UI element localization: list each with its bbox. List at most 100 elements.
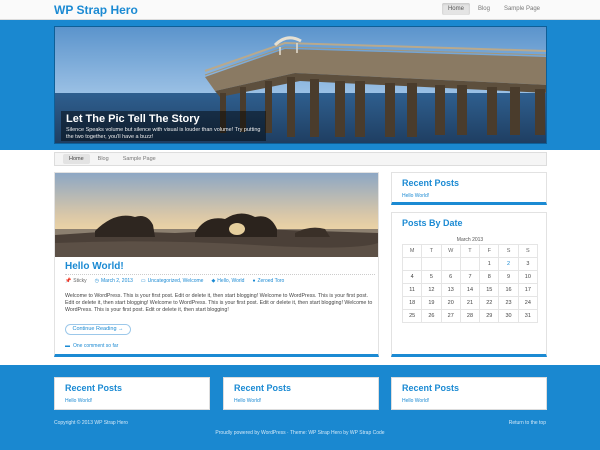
comment-icon: ▬	[65, 343, 70, 349]
hero-banner: Let The Pic Tell The Story Silence Speak…	[54, 26, 547, 144]
calendar-day: 26	[421, 309, 442, 323]
widget-title: Recent Posts	[402, 178, 460, 188]
calendar-day: 24	[517, 296, 539, 310]
footer-widget-3: Recent Posts Hello World!	[391, 377, 547, 410]
calendar-day	[401, 257, 423, 271]
comments-link[interactable]: ▬ One comment so far	[65, 343, 118, 349]
calendar-day: 18	[401, 296, 423, 310]
calendar-day	[421, 257, 442, 271]
user-icon: ●	[252, 278, 256, 284]
calendar-day: 7	[459, 270, 481, 284]
post-sticky-label: Sticky	[73, 278, 87, 284]
calendar-caption: March 2013	[456, 237, 484, 243]
calendar-day-header: W	[440, 244, 461, 258]
footer-recent-post-link[interactable]: Hello World!	[402, 398, 429, 404]
calendar-day-header: M	[401, 244, 423, 258]
calendar-day: 11	[401, 283, 423, 297]
hero-text: Silence Speaks volume but silence with v…	[66, 127, 261, 140]
top-nav-home[interactable]: Home	[441, 3, 470, 15]
calendar-week-row: 11 12 13 14 15 16 17	[401, 283, 539, 297]
calendar-day: 17	[517, 283, 539, 297]
sub-nav-home[interactable]: Home	[63, 154, 90, 164]
calendar-day-header: S	[498, 244, 519, 258]
top-nav-blog[interactable]: Blog	[472, 3, 496, 15]
calendar-header-row: M T W T F S S	[401, 244, 539, 258]
calendar-day-header: F	[479, 244, 500, 258]
post-sticky: 📌 Sticky	[65, 278, 87, 284]
calendar-day[interactable]: 2	[498, 257, 519, 271]
post-categories-label: Uncategorized, Welcome	[147, 278, 204, 284]
footer-widget-1: Recent Posts Hello World!	[54, 377, 210, 410]
footer-widget-2: Recent Posts Hello World!	[223, 377, 379, 410]
sub-nav-sample-page[interactable]: Sample Page	[117, 154, 162, 164]
post-author-label: Zeroed Toro	[257, 278, 285, 284]
top-navbar: WP Strap Hero Home Blog Sample Page	[0, 0, 600, 20]
clock-icon: ◷	[94, 278, 99, 284]
post-card: Hello World! 📌 Sticky ◷ March 2, 2013 ▭ Unc…	[54, 172, 379, 357]
calendar-week-row: 18 19 20 21 22 23 24	[401, 296, 539, 310]
calendar-day: 6	[440, 270, 461, 284]
footer-recent-post-link[interactable]: Hello World!	[65, 398, 92, 404]
post-featured-image[interactable]	[55, 173, 378, 257]
comments-label: One comment so far	[73, 343, 119, 349]
tag-icon: ◆	[211, 278, 216, 284]
calendar-day: 29	[479, 309, 500, 323]
post-meta: 📌 Sticky ◷ March 2, 2013 ▭ Uncategorized, W…	[65, 274, 375, 284]
calendar-week-row: 4 5 6 7 8 9 10	[401, 270, 539, 284]
post-tags[interactable]: ◆ Hello, World	[211, 278, 244, 284]
calendar-day: 23	[498, 296, 519, 310]
calendar-day: 20	[440, 296, 461, 310]
folder-icon: ▭	[140, 278, 146, 284]
top-nav-sample-page[interactable]: Sample Page	[498, 3, 546, 15]
calendar-day: 3	[517, 257, 539, 271]
footer-widget-title: Recent Posts	[402, 383, 460, 393]
site-brand[interactable]: WP Strap Hero	[54, 3, 138, 17]
calendar-day: 4	[401, 270, 423, 284]
calendar-day-header: T	[459, 244, 481, 258]
return-to-top-link[interactable]: Return to the top	[509, 420, 546, 426]
top-nav: Home Blog Sample Page	[441, 3, 546, 15]
calendar-day: 12	[421, 283, 442, 297]
calendar-day: 5	[421, 270, 442, 284]
calendar-day: 8	[479, 270, 500, 284]
calendar-day	[440, 257, 461, 271]
post-categories[interactable]: ▭ Uncategorized, Welcome	[141, 278, 204, 284]
recent-post-link[interactable]: Hello World!	[402, 193, 429, 199]
post-coast-image	[55, 173, 378, 257]
copyright-text: Copyright © 2013 WP Strap Hero	[54, 420, 128, 426]
calendar-day: 19	[421, 296, 442, 310]
footer-recent-post-link[interactable]: Hello World!	[234, 398, 261, 404]
calendar-day: 14	[459, 283, 481, 297]
calendar-day: 13	[440, 283, 461, 297]
widget-title: Posts By Date	[402, 218, 463, 228]
calendar-table: M T W T F S S 1 2 3 4 5 6 7 8 9 10 11 12 13 14 15 16 17 1…	[401, 244, 539, 323]
recent-posts-widget: Recent Posts Hello World!	[391, 172, 547, 205]
calendar-day: 9	[498, 270, 519, 284]
calendar-day: 30	[498, 309, 519, 323]
calendar-day-header: T	[421, 244, 442, 258]
calendar-day	[459, 257, 481, 271]
calendar-week-row: 123	[401, 257, 539, 271]
post-author[interactable]: ● Zeroed Toro	[252, 278, 284, 284]
calendar-day: 10	[517, 270, 539, 284]
hero-title: Let The Pic Tell The Story	[66, 113, 200, 125]
calendar-day: 27	[440, 309, 461, 323]
post-date-label: March 2, 2013	[100, 278, 133, 284]
post-date[interactable]: ◷ March 2, 2013	[95, 278, 133, 284]
continue-reading-button[interactable]: Continue Reading →	[65, 324, 131, 335]
post-excerpt: Welcome to WordPress. This is your first…	[65, 293, 373, 313]
calendar-day: 1	[479, 257, 500, 271]
calendar-day-header: S	[517, 244, 539, 258]
sub-nav-blog[interactable]: Blog	[92, 154, 115, 164]
post-tags-label: Hello, World	[217, 278, 245, 284]
sub-nav: Home Blog Sample Page	[54, 152, 547, 166]
calendar-day: 16	[498, 283, 519, 297]
calendar-week-row: 25 26 27 28 29 30 31	[401, 309, 539, 323]
calendar-day: 28	[459, 309, 481, 323]
footer-widget-title: Recent Posts	[65, 383, 123, 393]
calendar-day: 15	[479, 283, 500, 297]
powered-by-text: Proudly powered by WordPress · Theme: WP…	[215, 430, 385, 436]
calendar-day: 31	[517, 309, 539, 323]
post-title[interactable]: Hello World!	[65, 261, 124, 272]
posts-by-date-widget: Posts By Date March 2013 M T W T F S S 1…	[391, 212, 547, 357]
